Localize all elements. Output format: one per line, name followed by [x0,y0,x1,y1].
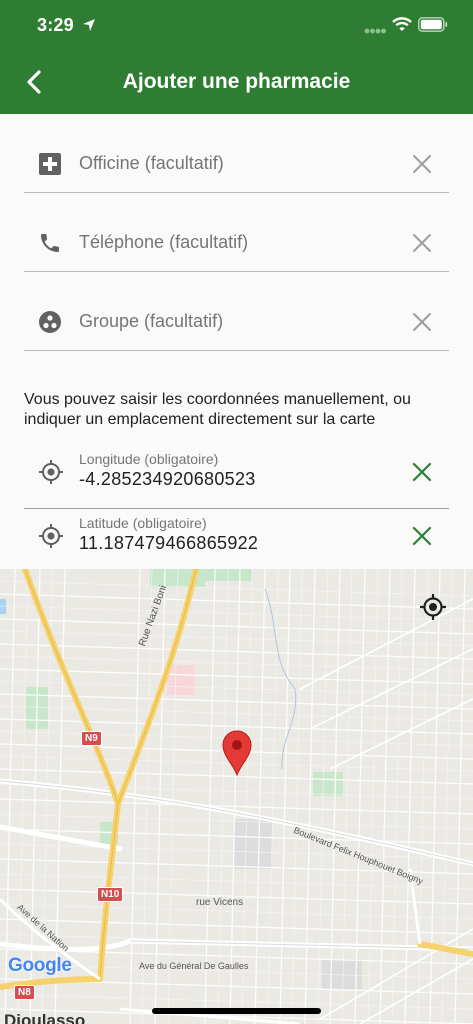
city-label: Dioulasso [4,1011,86,1024]
map-marker-icon[interactable] [221,730,253,776]
wifi-icon [392,17,412,31]
google-logo-text: Google [8,955,72,976]
groupe-field[interactable]: Groupe (facultatif) [24,272,449,351]
local-pharmacy-icon [39,153,61,175]
status-time: 3:29 [37,15,74,35]
cellular-signal-icon [364,28,386,34]
longitude-field[interactable]: Longitude (obligatoire) -4.2852349206805… [24,445,449,509]
home-indicator [152,1008,321,1014]
latitude-field[interactable]: Latitude (obligatoire) 11.18747946686592… [24,509,449,573]
groupe-input[interactable]: Groupe (facultatif) [79,311,223,332]
phone-icon [41,234,59,252]
street-label-de-gaulle: Ave du Général De Gaulles [139,961,249,971]
status-bar: 3:29 [0,0,473,52]
route-badge-n8: N8 [14,985,35,1000]
longitude-input[interactable]: -4.285234920680523 [79,469,256,490]
longitude-label: Longitude (obligatoire) [79,451,219,467]
latitude-label: Latitude (obligatoire) [79,515,207,531]
gps-crosshair-icon [39,524,63,548]
battery-icon [418,17,448,32]
group-work-icon [39,311,61,333]
pharmacy-form: Officine (facultatif) Téléphone (faculta… [0,114,473,569]
google-attribution: Google [8,955,72,977]
clear-officine-icon[interactable] [411,153,433,175]
latitude-input[interactable]: 11.187479466865922 [79,533,258,554]
coordinates-hint: Vous pouvez saisir les coordonnées manue… [24,391,411,428]
officine-field[interactable]: Officine (facultatif) [24,114,449,193]
clear-telephone-icon[interactable] [411,232,433,254]
app-bar: 3:29 Ajouter une pharmacie [0,0,473,114]
telephone-field[interactable]: Téléphone (facultatif) [24,193,449,272]
page-title: Ajouter une pharmacie [122,70,351,93]
telephone-input[interactable]: Téléphone (facultatif) [79,232,248,253]
route-badge-n10: N10 [97,887,124,902]
gps-crosshair-icon [39,460,63,484]
clear-latitude-icon[interactable] [411,525,433,547]
map-view[interactable]: Rue Nazi Boni Boulevard Felix Houphouet … [0,569,473,1024]
my-location-icon[interactable] [419,593,447,621]
clear-groupe-icon[interactable] [411,311,433,333]
clear-longitude-icon[interactable] [411,461,433,483]
street-label-vicens: rue Vicens [196,897,244,908]
officine-input[interactable]: Officine (facultatif) [79,153,224,174]
route-badge-n9: N9 [81,731,102,746]
location-arrow-icon [83,19,95,31]
